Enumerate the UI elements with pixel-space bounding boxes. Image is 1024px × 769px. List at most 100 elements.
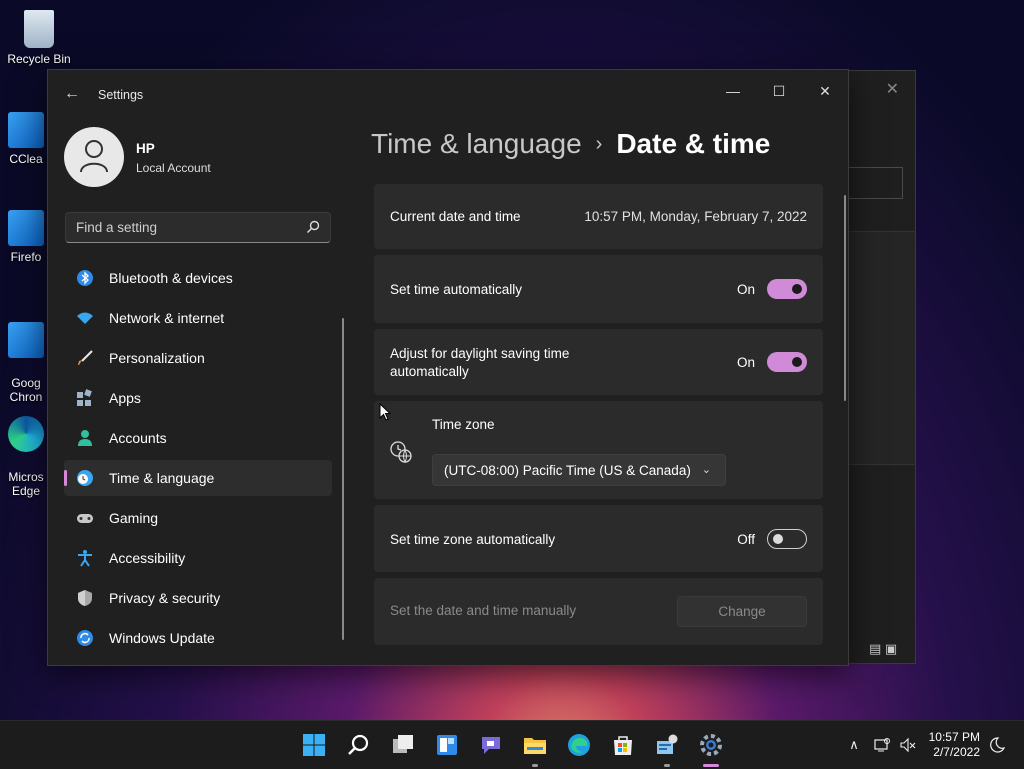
- gamepad-icon: [77, 514, 93, 523]
- network-icon[interactable]: [874, 737, 890, 753]
- globe-clock-icon: [77, 470, 93, 486]
- current-date-time-value: 10:57 PM, Monday, February 7, 2022: [584, 209, 807, 224]
- nav-item-personalization[interactable]: Personalization: [64, 340, 332, 376]
- search-input[interactable]: Find a setting: [65, 212, 331, 243]
- time-zone-dropdown[interactable]: (UTC-08:00) Pacific Time (US & Canada) ⌄: [432, 454, 726, 486]
- widgets-icon[interactable]: [435, 733, 459, 757]
- back-arrow-icon[interactable]: ←: [62, 84, 82, 104]
- desktop-icon-label: Micros Edge: [8, 470, 44, 498]
- set-time-auto-toggle[interactable]: [767, 279, 807, 299]
- clock-time: 10:57 PM: [928, 730, 980, 744]
- title-bar[interactable]: ← Settings — ☐ ✕: [48, 70, 848, 120]
- nav-item-time-language[interactable]: Time & language: [64, 460, 332, 496]
- volume-muted-icon[interactable]: [900, 737, 916, 753]
- active-indicator: [703, 764, 719, 767]
- file-explorer-icon[interactable]: [523, 733, 547, 757]
- edge-icon: [8, 416, 44, 452]
- desktop-icon-firefox[interactable]: Firefo: [4, 210, 48, 264]
- settings-window: ← Settings — ☐ ✕ HP Local Account Find a…: [47, 69, 849, 666]
- focus-assist-moon-icon[interactable]: [989, 737, 1005, 753]
- accessibility-icon: [78, 550, 92, 567]
- daylight-saving-label: Adjust for daylight saving time automatic…: [390, 345, 569, 381]
- desktop-icon-label: Firefo: [10, 250, 42, 264]
- daylight-saving-label-line2: automatically: [390, 364, 469, 379]
- daylight-saving-state: On: [736, 355, 755, 370]
- current-date-time-card: Current date and time 10:57 PM, Monday, …: [374, 184, 823, 249]
- search-icon[interactable]: [347, 733, 371, 757]
- running-indicator: [532, 764, 538, 767]
- set-time-zone-auto-card: Set time zone automatically Off: [374, 505, 823, 572]
- breadcrumb: Time & language › Date & time: [371, 128, 770, 160]
- search-placeholder: Find a setting: [76, 220, 158, 235]
- breadcrumb-parent[interactable]: Time & language: [371, 128, 582, 159]
- nav-label: Time & language: [109, 470, 215, 486]
- desktop-icon-label: Goog Chron: [9, 376, 43, 404]
- view-toggle-icon[interactable]: ▤ ▣: [869, 641, 897, 657]
- daylight-saving-label-line1: Adjust for daylight saving time: [390, 346, 570, 361]
- start-icon[interactable]: [302, 733, 326, 757]
- nav-item-accessibility[interactable]: Accessibility: [64, 540, 332, 576]
- brush-icon: [78, 350, 93, 365]
- content-scrollbar[interactable]: [844, 195, 846, 401]
- recycle-bin-icon: [24, 10, 54, 48]
- search-icon[interactable]: [306, 220, 320, 234]
- user-profile[interactable]: HP Local Account: [64, 127, 324, 191]
- set-time-zone-auto-toggle[interactable]: [767, 529, 807, 549]
- nav-label: Accounts: [109, 430, 167, 446]
- time-zone-value: (UTC-08:00) Pacific Time (US & Canada): [444, 463, 691, 478]
- daylight-saving-toggle[interactable]: [767, 352, 807, 372]
- chrome-icon: [8, 322, 44, 358]
- nav-label: Windows Update: [109, 630, 215, 646]
- nav-label: Apps: [109, 390, 141, 406]
- running-indicator: [664, 764, 670, 767]
- apps-icon: [77, 389, 92, 406]
- nav-item-windows-update[interactable]: Windows Update: [64, 620, 332, 656]
- shield-icon: [78, 590, 92, 606]
- person-icon: [78, 430, 92, 446]
- nav-item-privacy-security[interactable]: Privacy & security: [64, 580, 332, 616]
- bluetooth-icon: [77, 270, 93, 286]
- desktop-icon-label: Recycle Bin: [7, 52, 71, 66]
- close-button[interactable]: ✕: [802, 76, 848, 106]
- nav-label: Gaming: [109, 510, 159, 526]
- nav-item-network-internet[interactable]: Network & internet: [64, 300, 332, 336]
- chevron-up-icon[interactable]: ∧: [846, 737, 862, 753]
- time-zone-label: Time zone: [432, 417, 495, 432]
- nav-label: Personalization: [109, 350, 205, 366]
- maximize-button[interactable]: ☐: [756, 76, 802, 106]
- nav-item-apps[interactable]: Apps: [64, 380, 332, 416]
- clock-date: 2/7/2022: [933, 745, 980, 759]
- background-window[interactable]: ✕ ▤ ▣: [840, 70, 916, 664]
- desktop-icon-ccleaner[interactable]: CClea: [4, 112, 48, 166]
- settings-icon[interactable]: [699, 733, 723, 757]
- chat-icon[interactable]: [479, 733, 503, 757]
- ccleaner-icon: [8, 112, 44, 148]
- window-title: Settings: [98, 88, 144, 102]
- taskbar-clock[interactable]: 10:57 PM 2/7/2022: [929, 730, 980, 760]
- edge-icon[interactable]: [567, 733, 591, 757]
- task-view-icon[interactable]: [391, 733, 415, 757]
- chevron-down-icon: ⌄: [701, 464, 711, 476]
- change-button[interactable]: Change: [677, 596, 807, 627]
- update-icon: [77, 630, 93, 646]
- set-time-zone-auto-label: Set time zone automatically: [390, 532, 556, 547]
- nav-item-bluetooth-devices[interactable]: Bluetooth & devices: [64, 260, 332, 296]
- desktop-icon-recycle-bin[interactable]: Recycle Bin: [4, 10, 74, 66]
- set-time-auto-state: On: [736, 282, 755, 297]
- nav-scrollbar[interactable]: [342, 318, 344, 640]
- desktop-icon-microsoft-edge[interactable]: Micros Edge: [4, 402, 48, 512]
- nav-label: Network & internet: [109, 310, 225, 326]
- toggle-knob: [792, 284, 802, 294]
- desktop-icon-label: CClea: [9, 152, 43, 166]
- minimize-button[interactable]: —: [710, 76, 756, 106]
- background-panel: [841, 231, 915, 465]
- person-icon: [80, 140, 108, 173]
- nav-item-accounts[interactable]: Accounts: [64, 420, 332, 456]
- firefox-icon: [8, 210, 44, 246]
- close-icon[interactable]: ✕: [886, 79, 899, 99]
- store-icon[interactable]: [611, 733, 635, 757]
- nav-item-gaming[interactable]: Gaming: [64, 500, 332, 536]
- control-panel-icon[interactable]: [655, 733, 679, 757]
- background-input[interactable]: [847, 167, 903, 199]
- chevron-right-icon: ›: [595, 133, 603, 155]
